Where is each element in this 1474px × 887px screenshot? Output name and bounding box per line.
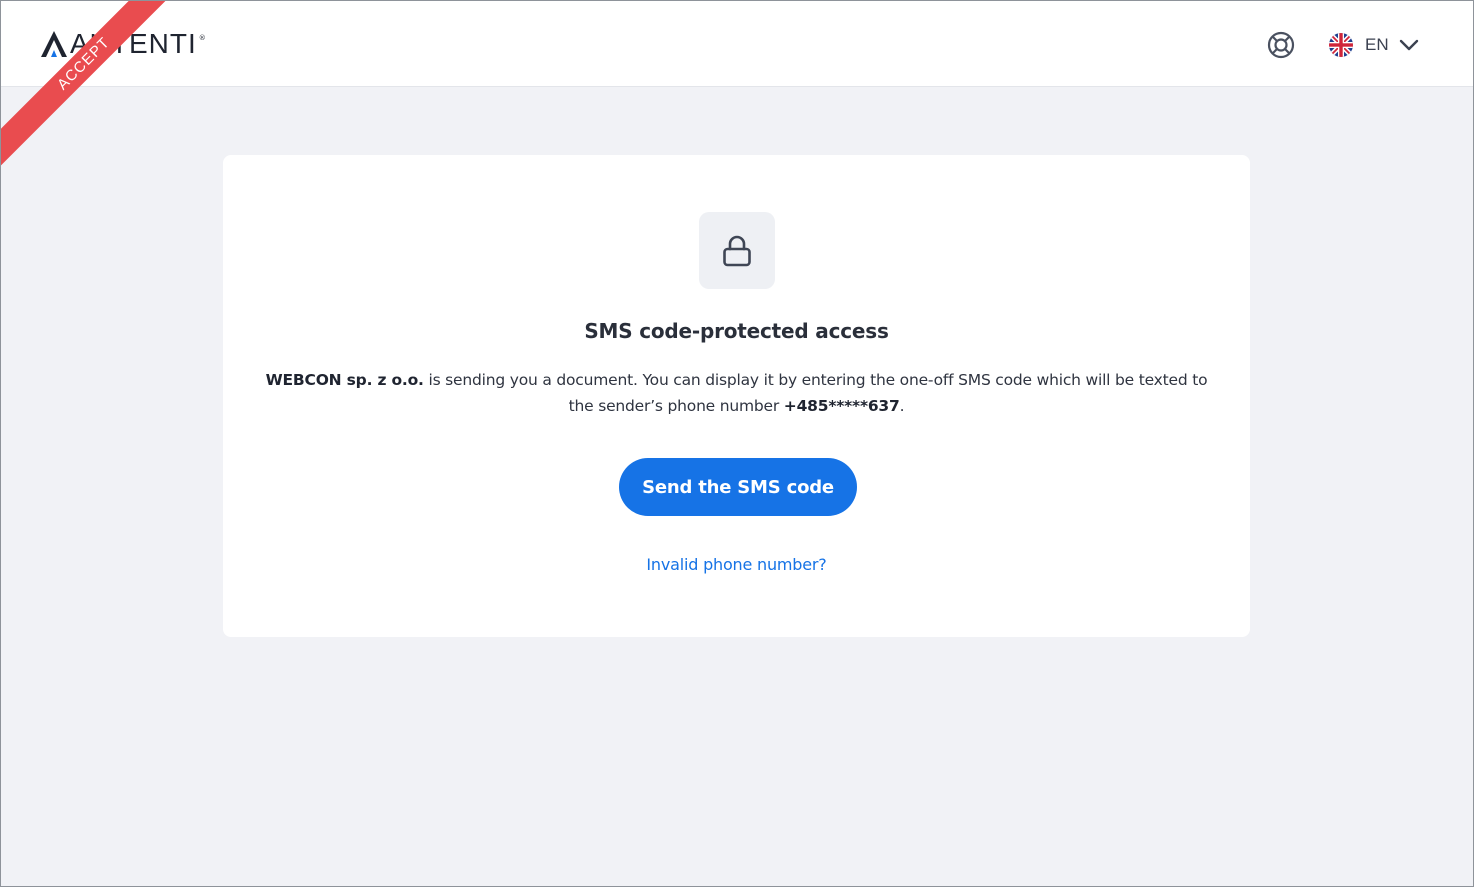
- sender-name: WEBCON sp. z o.o.: [265, 371, 424, 389]
- lock-icon-container: [699, 212, 775, 289]
- chevron-down-icon: [1399, 39, 1418, 51]
- lifebuoy-icon: [1267, 31, 1295, 59]
- logo-mark-icon: [41, 31, 67, 57]
- sms-access-card: SMS code-protected access WEBCON sp. z o…: [223, 155, 1250, 637]
- language-selector[interactable]: EN: [1329, 31, 1419, 59]
- uk-flag-icon: [1329, 33, 1353, 57]
- registered-mark: ®: [198, 34, 206, 42]
- card-description: WEBCON sp. z o.o. is sending you a docum…: [263, 367, 1210, 419]
- top-bar: AUTENTI ® EN: [1, 1, 1473, 87]
- send-sms-code-button[interactable]: Send the SMS code: [619, 458, 857, 516]
- help-button[interactable]: [1267, 31, 1295, 59]
- sender-phone: +485*****637: [783, 397, 900, 415]
- lock-icon: [723, 235, 751, 266]
- language-code: EN: [1365, 35, 1389, 54]
- description-text-2: .: [899, 397, 905, 415]
- browser-frame: AUTENTI ® EN ACCEPT SMS code-protected a…: [0, 0, 1474, 887]
- card-title: SMS code-protected access: [584, 319, 889, 343]
- invalid-phone-link[interactable]: Invalid phone number?: [223, 555, 1250, 574]
